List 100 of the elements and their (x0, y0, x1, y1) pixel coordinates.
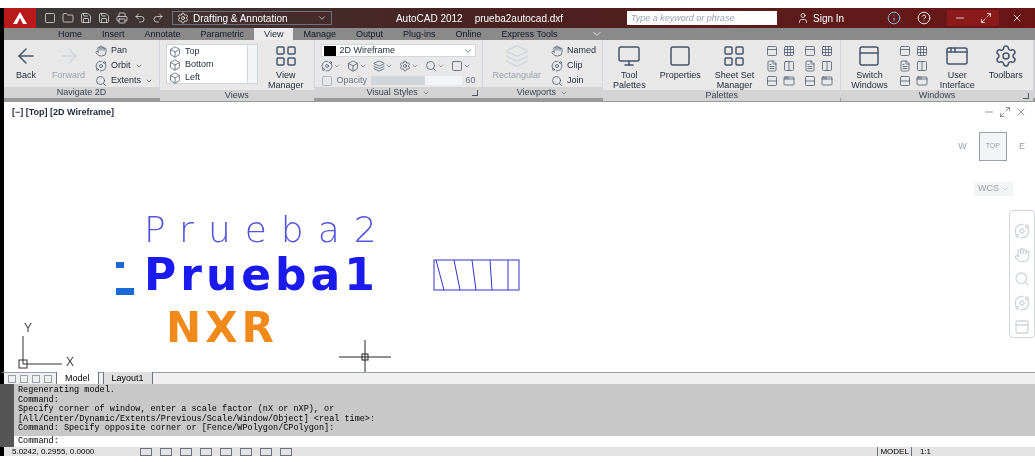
palette-tool-button[interactable] (897, 44, 913, 57)
status-toggle-button[interactable] (180, 447, 192, 456)
crosshair-cursor (338, 339, 392, 372)
cad-text: Prueba2 (144, 209, 391, 250)
hand-icon (551, 44, 564, 57)
style-tool-button[interactable] (398, 59, 419, 72)
status-toggle-button[interactable] (160, 447, 172, 456)
ribbon-tab[interactable]: Parametric (190, 28, 255, 40)
view-list-item[interactable]: Left (167, 71, 248, 84)
ucs-axis-drawing (18, 335, 63, 369)
ribbon-tab[interactable]: View (254, 28, 294, 40)
view-list-item[interactable]: Bottom (167, 58, 248, 71)
ribbon-small-button[interactable]: Pan (95, 44, 154, 57)
ribbon-tab[interactable]: Manage (293, 28, 346, 40)
annotation-scale-button[interactable]: 1:1 (919, 447, 931, 456)
ribbon-large-button[interactable]: Back (10, 44, 42, 80)
ribbon-tab[interactable]: Insert (92, 28, 135, 40)
grip-marker (116, 262, 124, 268)
palette-tool-button[interactable] (802, 74, 818, 87)
palette-tool-button[interactable] (764, 59, 780, 72)
palette-tool-button[interactable] (914, 59, 930, 72)
ribbon-small-button[interactable]: Join (551, 74, 597, 87)
quick-access-button[interactable] (44, 12, 56, 24)
launcher-icon[interactable] (1022, 92, 1029, 99)
gear-icon (993, 44, 1018, 68)
ribbon-large-button[interactable]: Switch Windows (847, 44, 892, 90)
palette-tool-button[interactable] (781, 44, 797, 57)
status-toggle-button[interactable] (220, 447, 232, 456)
palette-tool-button[interactable] (781, 59, 797, 72)
quick-access-button[interactable] (98, 12, 110, 24)
ribbon-tab[interactable]: Home (48, 28, 92, 40)
y-axis-label: Y (24, 321, 32, 335)
quick-access-button[interactable] (152, 12, 164, 24)
palette-tool-button[interactable] (819, 59, 835, 72)
ribbon-tab[interactable]: Express Tools (491, 28, 568, 40)
maximize-button[interactable] (973, 10, 999, 26)
palette-tool-button[interactable] (897, 59, 913, 72)
style-tool-button[interactable] (320, 59, 341, 72)
ribbon-large-button[interactable]: Properties (655, 44, 705, 80)
ribbon-large-button[interactable]: View Manager (264, 44, 308, 90)
palette-tool-button[interactable] (897, 74, 913, 87)
palette-tool-button[interactable] (914, 44, 930, 57)
list-scrollbar[interactable] (247, 45, 258, 83)
style-tool-button[interactable] (346, 59, 367, 72)
close-icon (1011, 12, 1023, 24)
ribbon-small-button[interactable]: Named (551, 44, 597, 57)
command-history-line: [All/Center/Dynamic/Extents/Previous/Scale/Window/Object] <real time>: (18, 414, 377, 424)
panel-title-bar: Visual Styles (314, 87, 482, 98)
user-icon (797, 12, 809, 24)
palette-tool-button[interactable] (819, 44, 835, 57)
status-toggle-button[interactable] (140, 447, 152, 456)
ribbon-tab[interactable]: Output (345, 28, 393, 40)
style-tool-icon (398, 59, 411, 72)
app-title: AutoCAD 2012 (395, 11, 463, 26)
quick-access-button[interactable] (116, 12, 128, 24)
ribbon-large-button[interactable]: Tool Palettes (609, 44, 650, 90)
model-space-button[interactable]: MODEL (877, 447, 912, 456)
ribbon-small-button[interactable]: Clip (551, 59, 597, 72)
ribbon-tab[interactable]: Plug-ins (393, 28, 446, 40)
visual-style-dropdown[interactable]: 2D Wireframe (320, 44, 476, 57)
status-toggle-button[interactable] (260, 447, 272, 456)
caret-icon (317, 13, 327, 23)
search-field[interactable]: Type a keyword or phrase (627, 11, 777, 25)
status-toggle-button[interactable] (280, 447, 292, 456)
panel-title-bar: Viewports (482, 87, 603, 98)
ribbon-tab[interactable]: Online (445, 28, 492, 40)
ribbon-large-button[interactable]: Toolbars (984, 44, 1027, 80)
quick-access-button[interactable] (80, 12, 92, 24)
style-tool-button[interactable] (372, 59, 393, 72)
palette-tool-button[interactable] (764, 74, 780, 87)
viewport-label[interactable]: [−] [Top] [2D Wireframe] (12, 106, 114, 120)
quick-access-button[interactable] (62, 12, 74, 24)
palette-tool-button[interactable] (802, 44, 818, 57)
application-menu-button[interactable] (4, 8, 36, 28)
quick-access-button[interactable] (134, 12, 146, 24)
opacity-slider-track[interactable] (371, 76, 462, 85)
ribbon-tab[interactable]: Annotate (134, 28, 191, 40)
opacity-value: 60 (465, 73, 476, 87)
ribbon-large-button[interactable]: Sheet Set Manager (710, 44, 759, 90)
workspace-dropdown[interactable]: Drafting & Annotation (172, 11, 332, 25)
style-tool-button[interactable] (424, 59, 445, 72)
panel-title-bar: Navigate 2D (4, 87, 160, 98)
ribbon-small-button[interactable]: Extents (95, 74, 154, 87)
minimize-button[interactable] (947, 10, 973, 26)
ribbon-small-button[interactable]: Orbit (95, 59, 154, 72)
palette-tool-button[interactable] (819, 74, 835, 87)
style-tool-icon (346, 59, 359, 72)
cube-icon (169, 58, 182, 71)
status-toggle-button[interactable] (200, 447, 212, 456)
style-tool-button[interactable] (450, 59, 471, 72)
launcher-icon[interactable] (471, 89, 478, 96)
ribbon-large-button[interactable]: User Interface (935, 44, 979, 90)
palette-tool-button[interactable] (781, 74, 797, 87)
palette-tool-button[interactable] (914, 74, 930, 87)
status-toggle-button[interactable] (240, 447, 252, 456)
palette-tool-button[interactable] (764, 44, 780, 57)
style-tool-icon (320, 59, 333, 72)
palette-tool-button[interactable] (802, 59, 818, 72)
view-list-item[interactable]: Top (167, 45, 248, 58)
sign-in-button[interactable]: Sign In (789, 10, 879, 26)
